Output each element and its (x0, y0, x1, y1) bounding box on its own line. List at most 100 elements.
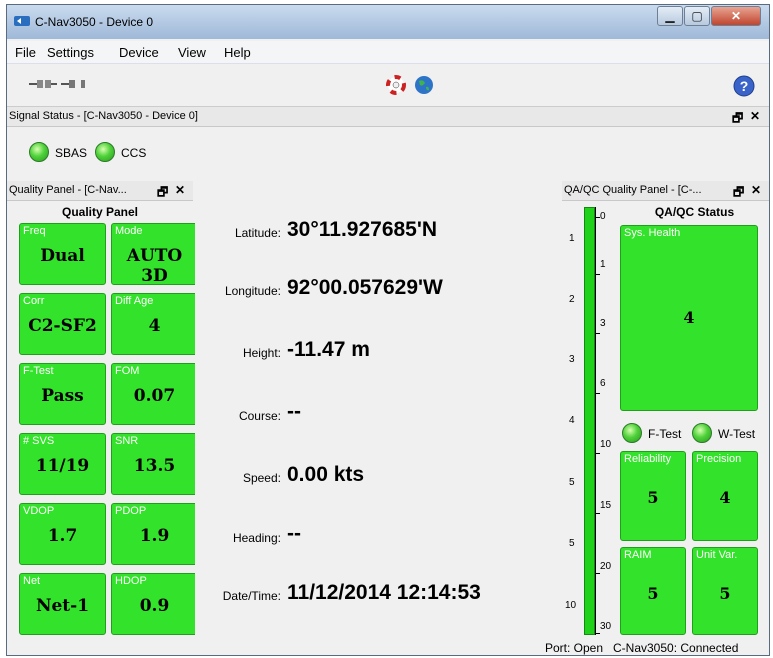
tile-label: F-Test (23, 365, 54, 377)
tile-label: Precision (696, 453, 742, 465)
latitude-value: 30°11.927685'N (287, 218, 438, 241)
minimize-button[interactable]: ▁ (657, 6, 683, 26)
left-scale-label: 10 (565, 600, 577, 611)
close-icon[interactable]: ✕ (175, 183, 185, 197)
tile-label: HDOP (115, 575, 147, 587)
tile-label: # SVS (23, 435, 55, 447)
tile-label: Reliability (624, 453, 672, 465)
tile-value: C2-SF2 (28, 316, 97, 336)
freq-tile: Freq Dual (19, 223, 106, 285)
menu-help[interactable]: Help (224, 45, 251, 60)
tile-label: FOM (115, 365, 140, 377)
left-scale-label: 5 (569, 477, 575, 488)
heading-label: Heading: (232, 531, 281, 545)
scale-tick (595, 573, 600, 574)
diff-age-tile: Diff Age 4 (111, 293, 198, 355)
menu-settings[interactable]: Settings (47, 45, 94, 60)
connect-icon[interactable] (29, 77, 57, 91)
right-scale-label: 6 (600, 378, 606, 389)
ccs-label: CCS (121, 146, 147, 160)
tile-label: Freq (23, 225, 46, 237)
scale-tick (595, 393, 600, 394)
tile-label: Corr (23, 295, 45, 307)
course-value: -- (287, 400, 301, 423)
tile-label: Net (23, 575, 41, 587)
tile-value: 1.9 (139, 526, 170, 546)
vdop-tile: VDOP 1.7 (19, 503, 106, 565)
menu-device[interactable]: Device (119, 45, 159, 60)
corr-tile: Corr C2-SF2 (19, 293, 106, 355)
f-test-tile: F-Test Pass (19, 363, 106, 425)
globe-icon[interactable] (414, 75, 434, 95)
datetime-value: 11/12/2014 12:14:53 (287, 581, 481, 604)
scale-tick (595, 633, 600, 634)
left-scale-label: 3 (569, 354, 575, 365)
svs-tile: # SVS 11/19 (19, 433, 106, 495)
mode-tile: Mode AUTO 3D (111, 223, 198, 286)
menu-file[interactable]: File (15, 45, 36, 60)
tile-label: Mode (115, 225, 143, 237)
course-label: Course: (238, 409, 281, 423)
raim-tile: RAIM 5 (620, 547, 686, 635)
close-button[interactable]: ✕ (711, 6, 761, 26)
signal-status-panel: SBAS CCS (7, 127, 769, 179)
f-test-label: F-Test (648, 427, 682, 441)
quality-panel-dock-label: Quality Panel - [C-Nav... (9, 184, 127, 196)
tile-label: Unit Var. (696, 549, 738, 561)
title-bar: C-Nav3050 - Device 0 ▁ ▢ ✕ (7, 5, 769, 39)
toolbar: ? (7, 64, 769, 107)
port-status: Port: Open (545, 641, 604, 655)
window-title: C-Nav3050 - Device 0 (35, 15, 154, 29)
right-scale-label: 1 (600, 259, 606, 270)
connection-status: C-Nav3050: Connected (613, 641, 739, 655)
heading-value: -- (287, 522, 301, 545)
speed-label: Speed: (242, 471, 281, 485)
left-scale-label: 4 (569, 415, 575, 426)
right-scale-label: 15 (600, 500, 612, 511)
tile-value: AUTO 3D (126, 246, 183, 286)
tile-value: 0.07 (133, 386, 176, 406)
scale-tick (595, 274, 600, 275)
f-test-led (622, 423, 642, 443)
disconnect-icon[interactable] (61, 77, 91, 91)
tile-value: 4 (148, 316, 161, 336)
right-scale-label: 30 (600, 621, 612, 632)
qaqc-dock-title: QA/QC Quality Panel - [C-... 🗗 ✕ (562, 181, 769, 201)
quality-panel-heading: Quality Panel (61, 205, 139, 219)
signal-status-dock-title: Signal Status - [C-Nav3050 - Device 0] 🗗… (7, 107, 769, 127)
scale-tick (595, 513, 600, 514)
tile-label: PDOP (115, 505, 147, 517)
latitude-label: Latitude: (234, 226, 281, 240)
net-tile: Net Net-1 (19, 573, 106, 635)
menu-bar: File Settings Device View Help (7, 41, 769, 64)
close-icon[interactable]: ✕ (750, 109, 760, 123)
lifebuoy-icon[interactable] (386, 75, 406, 95)
pdop-tile: PDOP 1.9 (111, 503, 198, 565)
tile-value: Pass (41, 386, 84, 406)
reliability-tile: Reliability 5 (620, 451, 686, 541)
close-icon[interactable]: ✕ (751, 183, 761, 197)
tile-label: RAIM (624, 549, 652, 561)
app-window: C-Nav3050 - Device 0 ▁ ▢ ✕ File Settings… (6, 4, 770, 656)
longitude-label: Longitude: (224, 284, 281, 298)
fom-tile: FOM 0.07 (111, 363, 198, 425)
right-scale-label: 20 (600, 561, 612, 572)
tile-label: SNR (115, 435, 139, 447)
quality-panel: Quality Panel Freq Dual Mode AUTO 3D Corr C… (7, 201, 198, 639)
maximize-button[interactable]: ▢ (684, 6, 710, 26)
svg-text:?: ? (740, 78, 749, 94)
tile-label: VDOP (23, 505, 55, 517)
tile-label: Sys. Health (624, 227, 681, 239)
tile-label: Diff Age (115, 295, 154, 307)
w-test-led (692, 423, 712, 443)
tile-value: 4 (719, 488, 731, 507)
tile-value: Net-1 (35, 596, 90, 616)
ccs-led (95, 142, 115, 162)
menu-view[interactable]: View (178, 45, 206, 60)
tile-value: Dual (40, 246, 85, 266)
tile-value: 1.7 (47, 526, 78, 546)
tile-value: 11/19 (35, 456, 90, 476)
height-label: Height: (242, 346, 281, 360)
help-icon[interactable]: ? (733, 75, 755, 97)
scale-axis (595, 207, 596, 635)
